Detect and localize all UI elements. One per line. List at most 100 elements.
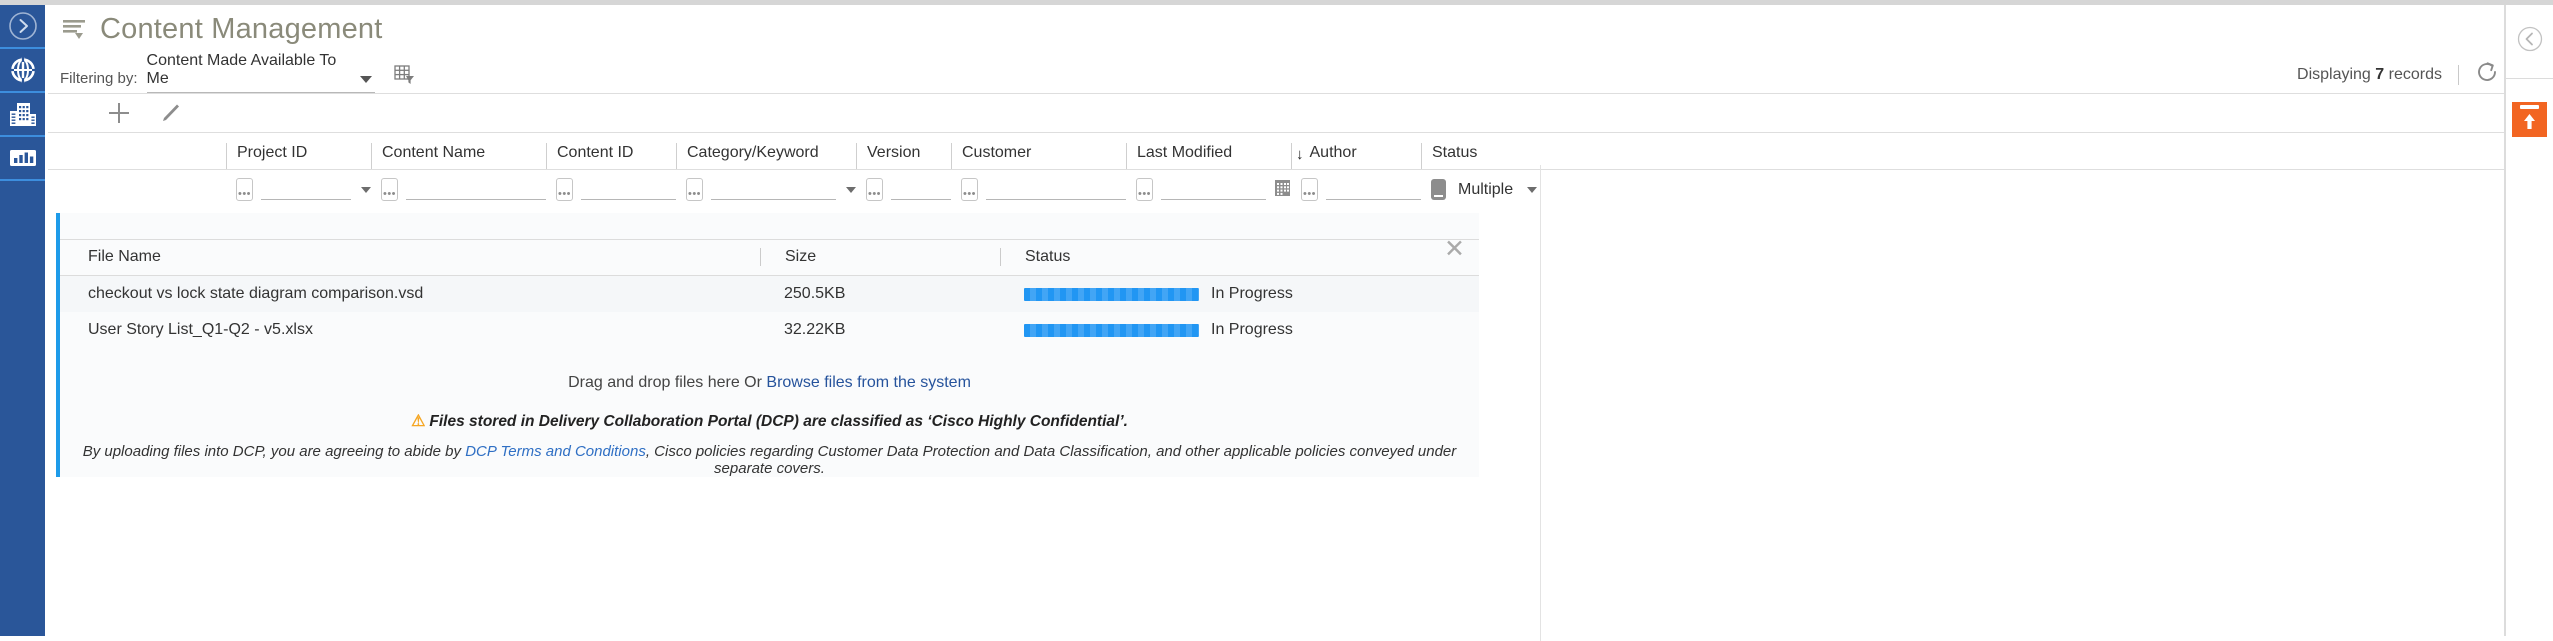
filter-bar-right: Displaying 7 records x bbox=[2297, 60, 2539, 93]
calendar-icon[interactable] bbox=[1274, 178, 1291, 202]
filter-cell-author[interactable]: ••• bbox=[1291, 170, 1421, 210]
list-lines-icon[interactable] bbox=[62, 18, 86, 40]
file-status-cell: In Progress bbox=[1000, 312, 1479, 349]
collapse-panel-button[interactable] bbox=[2506, 5, 2553, 79]
filter-operator-icon[interactable]: ••• bbox=[1301, 178, 1318, 201]
status-filter-value: Multiple bbox=[1458, 180, 1514, 198]
warning-icon: ⚠ bbox=[411, 413, 426, 431]
grid-action-bar bbox=[48, 94, 2553, 132]
filter-grid-icon[interactable] bbox=[393, 63, 415, 93]
column-header-customer[interactable]: Customer bbox=[951, 143, 1126, 169]
column-header-select[interactable] bbox=[106, 143, 226, 169]
table-row[interactable]: User Story List_Q1-Q2 - v5.xlsx 32.22KB … bbox=[60, 312, 1479, 349]
browse-files-link[interactable]: Browse files from the system bbox=[766, 374, 971, 391]
column-header-project-id[interactable]: Project ID bbox=[226, 143, 371, 169]
sort-desc-icon: ↓ bbox=[1296, 146, 1304, 163]
file-table-header-row: File Name Size Status bbox=[60, 239, 1479, 276]
column-header-last-modified[interactable]: Last Modified bbox=[1126, 143, 1291, 169]
collapse-left-icon bbox=[2517, 26, 2543, 57]
filter-operator-icon[interactable]: ••• bbox=[556, 178, 573, 201]
sidebar-item-reports[interactable] bbox=[0, 137, 45, 181]
file-size-cell: 250.5KB bbox=[760, 275, 1000, 313]
filter-select[interactable]: Content Made Available To Me bbox=[146, 52, 375, 93]
filter-cell-last-modified[interactable]: ••• bbox=[1126, 170, 1291, 210]
filter-operator-icon[interactable]: ••• bbox=[236, 178, 253, 201]
divider bbox=[2458, 64, 2459, 85]
terms-text-before: By uploading files into DCP, you are agr… bbox=[82, 443, 466, 461]
buildings-icon bbox=[8, 101, 38, 127]
content-id-filter-input[interactable] bbox=[581, 179, 676, 200]
add-icon[interactable] bbox=[106, 100, 132, 126]
file-upload-panel: ✕ File Name Size Status checkout vs lock… bbox=[56, 213, 1479, 478]
column-header-author[interactable]: ↓ Author bbox=[1291, 143, 1421, 169]
grid-filter-row: ••• ••• ••• ••• ••• ••• ••• ••• Multiple bbox=[48, 169, 2553, 209]
globe-target-icon bbox=[8, 56, 37, 84]
filter-cell-status[interactable]: Multiple bbox=[1421, 170, 1591, 210]
file-column-header-status: Status bbox=[1000, 239, 1479, 276]
file-name-cell: User Story List_Q1-Q2 - v5.xlsx bbox=[60, 312, 760, 349]
main-content: Content Management Filtering by: Content… bbox=[48, 5, 2553, 641]
file-name-cell: checkout vs lock state diagram compariso… bbox=[60, 275, 760, 313]
customer-filter-input[interactable] bbox=[986, 179, 1126, 200]
terms-text-after: , Cisco policies regarding Customer Data… bbox=[645, 443, 1457, 478]
table-row[interactable]: checkout vs lock state diagram compariso… bbox=[60, 275, 1479, 313]
right-utility-panel bbox=[2505, 5, 2553, 636]
uploaded-files-table: File Name Size Status checkout vs lock s… bbox=[60, 239, 1479, 349]
grid-right-border bbox=[1540, 165, 1541, 641]
filter-cell-customer[interactable]: ••• bbox=[951, 170, 1126, 210]
terms-notice: By uploading files into DCP, you are agr… bbox=[60, 431, 1479, 477]
edit-pencil-icon[interactable] bbox=[158, 100, 184, 126]
chevron-down-icon[interactable] bbox=[846, 186, 856, 193]
file-status-label: In Progress bbox=[1211, 321, 1293, 339]
file-status-cell: In Progress bbox=[1000, 275, 1479, 313]
filter-operator-icon[interactable]: ••• bbox=[1136, 178, 1153, 201]
confidentiality-notice-text: Files stored in Delivery Collaboration P… bbox=[429, 413, 1128, 431]
page-header: Content Management bbox=[48, 5, 2553, 53]
chevron-down-icon[interactable] bbox=[1527, 186, 1538, 193]
filter-bar: Filtering by: Content Made Available To … bbox=[48, 52, 2553, 93]
column-header-version[interactable]: Version bbox=[856, 143, 951, 169]
author-filter-input[interactable] bbox=[1326, 179, 1421, 200]
sidebar-item-customers[interactable] bbox=[0, 93, 45, 137]
data-grid: Project ID Content Name Content ID Categ… bbox=[48, 133, 2553, 209]
column-header-content-name[interactable]: Content Name bbox=[371, 143, 546, 169]
sidebar-item-global[interactable] bbox=[0, 49, 45, 93]
content-name-filter-input[interactable] bbox=[406, 179, 546, 200]
bar-chart-icon bbox=[9, 146, 37, 170]
filter-operator-icon[interactable]: ••• bbox=[866, 178, 883, 201]
filter-cell-category-keyword[interactable]: ••• bbox=[676, 170, 856, 210]
filter-cell-content-id[interactable]: ••• bbox=[546, 170, 676, 210]
filter-operator-icon[interactable]: ••• bbox=[381, 178, 398, 201]
filter-operator-icon[interactable]: ••• bbox=[686, 178, 703, 201]
column-header-content-id[interactable]: Content ID bbox=[546, 143, 676, 169]
upload-files-button[interactable] bbox=[2512, 102, 2547, 137]
filter-cell-content-name[interactable]: ••• bbox=[371, 170, 546, 210]
record-count: Displaying 7 records bbox=[2297, 65, 2442, 83]
category-keyword-filter-input[interactable] bbox=[711, 179, 836, 200]
dropzone-text: Drag and drop files here Or Browse files… bbox=[60, 348, 1479, 392]
sidebar-item-expand[interactable] bbox=[0, 5, 45, 49]
upload-bar-decor bbox=[2520, 104, 2539, 109]
filter-operator-icon[interactable]: ••• bbox=[961, 178, 978, 201]
last-modified-filter-input[interactable] bbox=[1161, 179, 1266, 200]
expand-chevron-icon bbox=[8, 11, 38, 41]
version-filter-input[interactable] bbox=[891, 179, 951, 200]
filter-cell-version[interactable]: ••• bbox=[856, 170, 951, 210]
progress-bar bbox=[1024, 323, 1199, 337]
refresh-icon[interactable] bbox=[2475, 60, 2499, 89]
file-column-header-name: File Name bbox=[60, 239, 760, 276]
left-nav-rail bbox=[0, 5, 45, 636]
grid-header-row: Project ID Content Name Content ID Categ… bbox=[48, 133, 2553, 169]
chevron-down-icon[interactable] bbox=[361, 186, 371, 193]
filter-cell-project-id[interactable]: ••• bbox=[226, 170, 371, 210]
column-header-author-label: Author bbox=[1309, 144, 1357, 161]
column-header-category-keyword[interactable]: Category/Keyword bbox=[676, 143, 856, 169]
status-filter-icon[interactable] bbox=[1431, 179, 1446, 200]
column-header-status[interactable]: Status bbox=[1421, 143, 1591, 169]
panel-top-spacer bbox=[60, 213, 1479, 239]
dropzone-label: Drag and drop files here Or bbox=[568, 374, 767, 392]
project-id-filter-input[interactable] bbox=[261, 179, 351, 200]
page-title: Content Management bbox=[100, 12, 383, 45]
close-icon[interactable]: ✕ bbox=[1444, 237, 1465, 262]
dcp-terms-link[interactable]: DCP Terms and Conditions bbox=[465, 443, 646, 460]
